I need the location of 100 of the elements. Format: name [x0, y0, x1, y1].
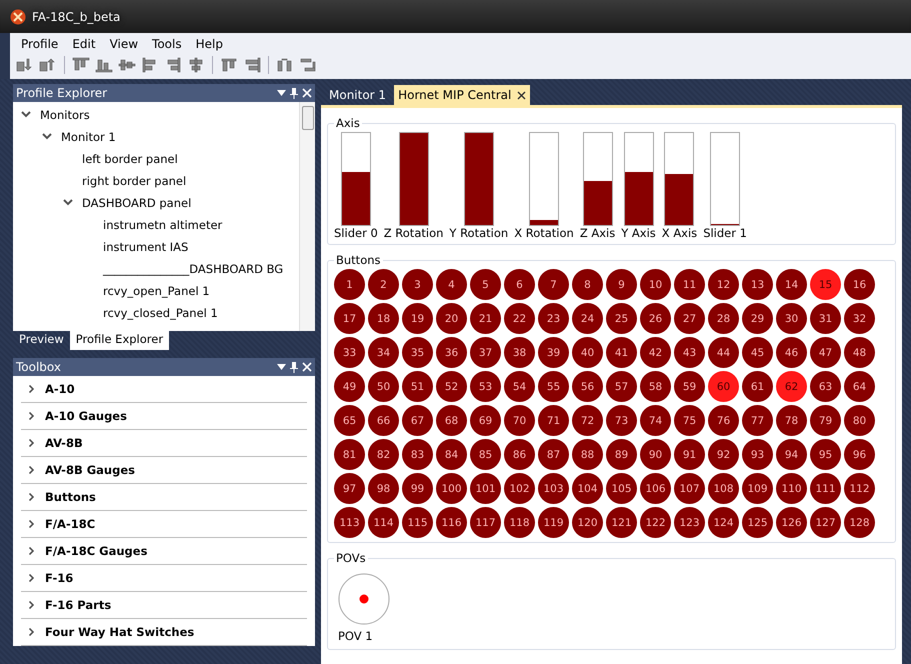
menu-item[interactable]: View — [102, 36, 146, 52]
expand-chevron-icon[interactable] — [29, 439, 34, 447]
button-indicator: 41 — [606, 337, 637, 368]
toolbox-category[interactable]: F-16 — [45, 571, 74, 585]
bring-forward-icon[interactable] — [16, 57, 34, 73]
toolbox-category[interactable]: Four Way Hat Switches — [45, 625, 194, 639]
button-indicator: 44 — [708, 337, 739, 368]
panel-tab[interactable]: Preview — [13, 331, 70, 350]
toolbox-category[interactable]: A-10 — [45, 382, 75, 396]
toolbox-category[interactable]: Buttons — [45, 490, 96, 504]
button-indicator: 120 — [572, 507, 603, 538]
tree-item[interactable]: rcvy_open_Panel 1 — [103, 284, 210, 298]
button-indicator: 69 — [470, 405, 501, 436]
expand-chevron-icon[interactable] — [29, 547, 34, 555]
space-horizontal-icon[interactable] — [276, 57, 294, 73]
pin-icon[interactable] — [290, 88, 298, 98]
dropdown-icon[interactable] — [277, 90, 286, 96]
expand-chevron-icon[interactable] — [29, 574, 34, 582]
align-center-icon[interactable] — [187, 57, 205, 73]
button-indicator: 70 — [504, 405, 535, 436]
button-indicator: 36 — [436, 337, 467, 368]
expand-chevron-icon[interactable] — [29, 601, 34, 609]
button-indicator: 2 — [368, 269, 399, 300]
button-indicator: 104 — [572, 473, 603, 504]
button-indicator: 103 — [538, 473, 569, 504]
space-vertical-icon[interactable] — [299, 57, 317, 73]
toolbox-category[interactable]: AV-8B Gauges — [45, 463, 135, 477]
button-indicator: 46 — [776, 337, 807, 368]
toolbox-category[interactable]: A-10 Gauges — [45, 409, 127, 423]
group-title: Axis — [335, 116, 361, 130]
button-indicator: 45 — [742, 337, 773, 368]
toolbox-category[interactable]: F-16 Parts — [45, 598, 112, 612]
tree-item[interactable]: _______________DASHBOARD BG — [103, 262, 284, 276]
button-indicator: 111 — [810, 473, 841, 504]
axis-label: X Rotation — [514, 226, 574, 240]
tree-item[interactable]: Monitor 1 — [61, 130, 116, 144]
button-indicator: 123 — [674, 507, 705, 538]
tree-item[interactable]: instrument IAS — [103, 240, 188, 254]
menu-item[interactable]: Profile — [14, 36, 66, 52]
button-indicator: 89 — [606, 439, 637, 470]
menu-item[interactable]: Tools — [145, 36, 189, 52]
tree-item[interactable]: instrumetn altimeter — [103, 218, 222, 232]
toolbox-category[interactable]: F/A-18C Gauges — [45, 544, 148, 558]
pov-indicator — [338, 573, 390, 625]
panel-tab[interactable]: Profile Explorer — [70, 331, 170, 350]
tree-item[interactable]: left border panel — [82, 152, 178, 166]
scrollbar[interactable] — [299, 102, 315, 331]
button-indicator: 84 — [436, 439, 467, 470]
align-top-icon[interactable] — [72, 57, 90, 73]
expand-chevron-icon[interactable] — [29, 466, 34, 474]
tree-item[interactable]: Monitors — [40, 108, 90, 122]
expand-chevron-icon[interactable] — [21, 111, 31, 119]
axis-label: Slider 0 — [334, 226, 378, 240]
button-indicator: 51 — [402, 371, 433, 402]
close-icon[interactable] — [517, 90, 526, 100]
button-indicator: 116 — [436, 507, 467, 538]
expand-chevron-icon[interactable] — [63, 199, 73, 207]
panel-title: Profile Explorer — [16, 86, 108, 100]
button-indicator: 98 — [368, 473, 399, 504]
button-indicator: 91 — [674, 439, 705, 470]
send-backward-icon[interactable] — [39, 57, 57, 73]
button-indicator: 95 — [810, 439, 841, 470]
button-indicator: 72 — [572, 405, 603, 436]
expand-chevron-icon[interactable] — [29, 628, 34, 636]
tree-item[interactable]: rcvy_closed_Panel 1 — [103, 306, 218, 320]
button-indicator: 109 — [742, 473, 773, 504]
tree-item[interactable]: right border panel — [82, 174, 186, 188]
document-tab[interactable]: Hornet MIP Central — [394, 85, 530, 105]
button-indicator: 9 — [606, 269, 637, 300]
menu-item[interactable]: Help — [188, 36, 230, 52]
button-indicator: 127 — [810, 507, 841, 538]
menu-item[interactable]: Edit — [65, 36, 103, 52]
button-indicator: 30 — [776, 303, 807, 334]
button-indicator: 50 — [368, 371, 399, 402]
button-indicator: 57 — [606, 371, 637, 402]
expand-chevron-icon[interactable] — [42, 133, 52, 141]
align-bottom-icon[interactable] — [95, 57, 113, 73]
button-indicator: 82 — [368, 439, 399, 470]
group-title: POVs — [335, 551, 367, 565]
expand-chevron-icon[interactable] — [29, 493, 34, 501]
button-indicator: 66 — [368, 405, 399, 436]
button-indicator: 22 — [504, 303, 535, 334]
document-tab[interactable]: Monitor 1 — [325, 85, 390, 105]
distribute-horizontal-icon[interactable] — [220, 57, 238, 73]
button-indicator: 88 — [572, 439, 603, 470]
button-indicator: 99 — [402, 473, 433, 504]
align-middle-icon[interactable] — [118, 57, 136, 73]
button-indicator: 26 — [640, 303, 671, 334]
button-indicator: 38 — [504, 337, 535, 368]
distribute-vertical-icon[interactable] — [243, 57, 261, 73]
button-indicator: 106 — [640, 473, 671, 504]
tree-item[interactable]: DASHBOARD panel — [82, 196, 192, 210]
pin-icon[interactable] — [290, 362, 298, 372]
expand-chevron-icon[interactable] — [29, 520, 34, 528]
expand-chevron-icon[interactable] — [29, 385, 34, 393]
toolbox-category[interactable]: AV-8B — [45, 436, 83, 450]
dropdown-icon[interactable] — [277, 364, 286, 370]
button-indicator: 37 — [470, 337, 501, 368]
toolbox-category[interactable]: F/A-18C — [45, 517, 96, 531]
expand-chevron-icon[interactable] — [29, 412, 34, 420]
